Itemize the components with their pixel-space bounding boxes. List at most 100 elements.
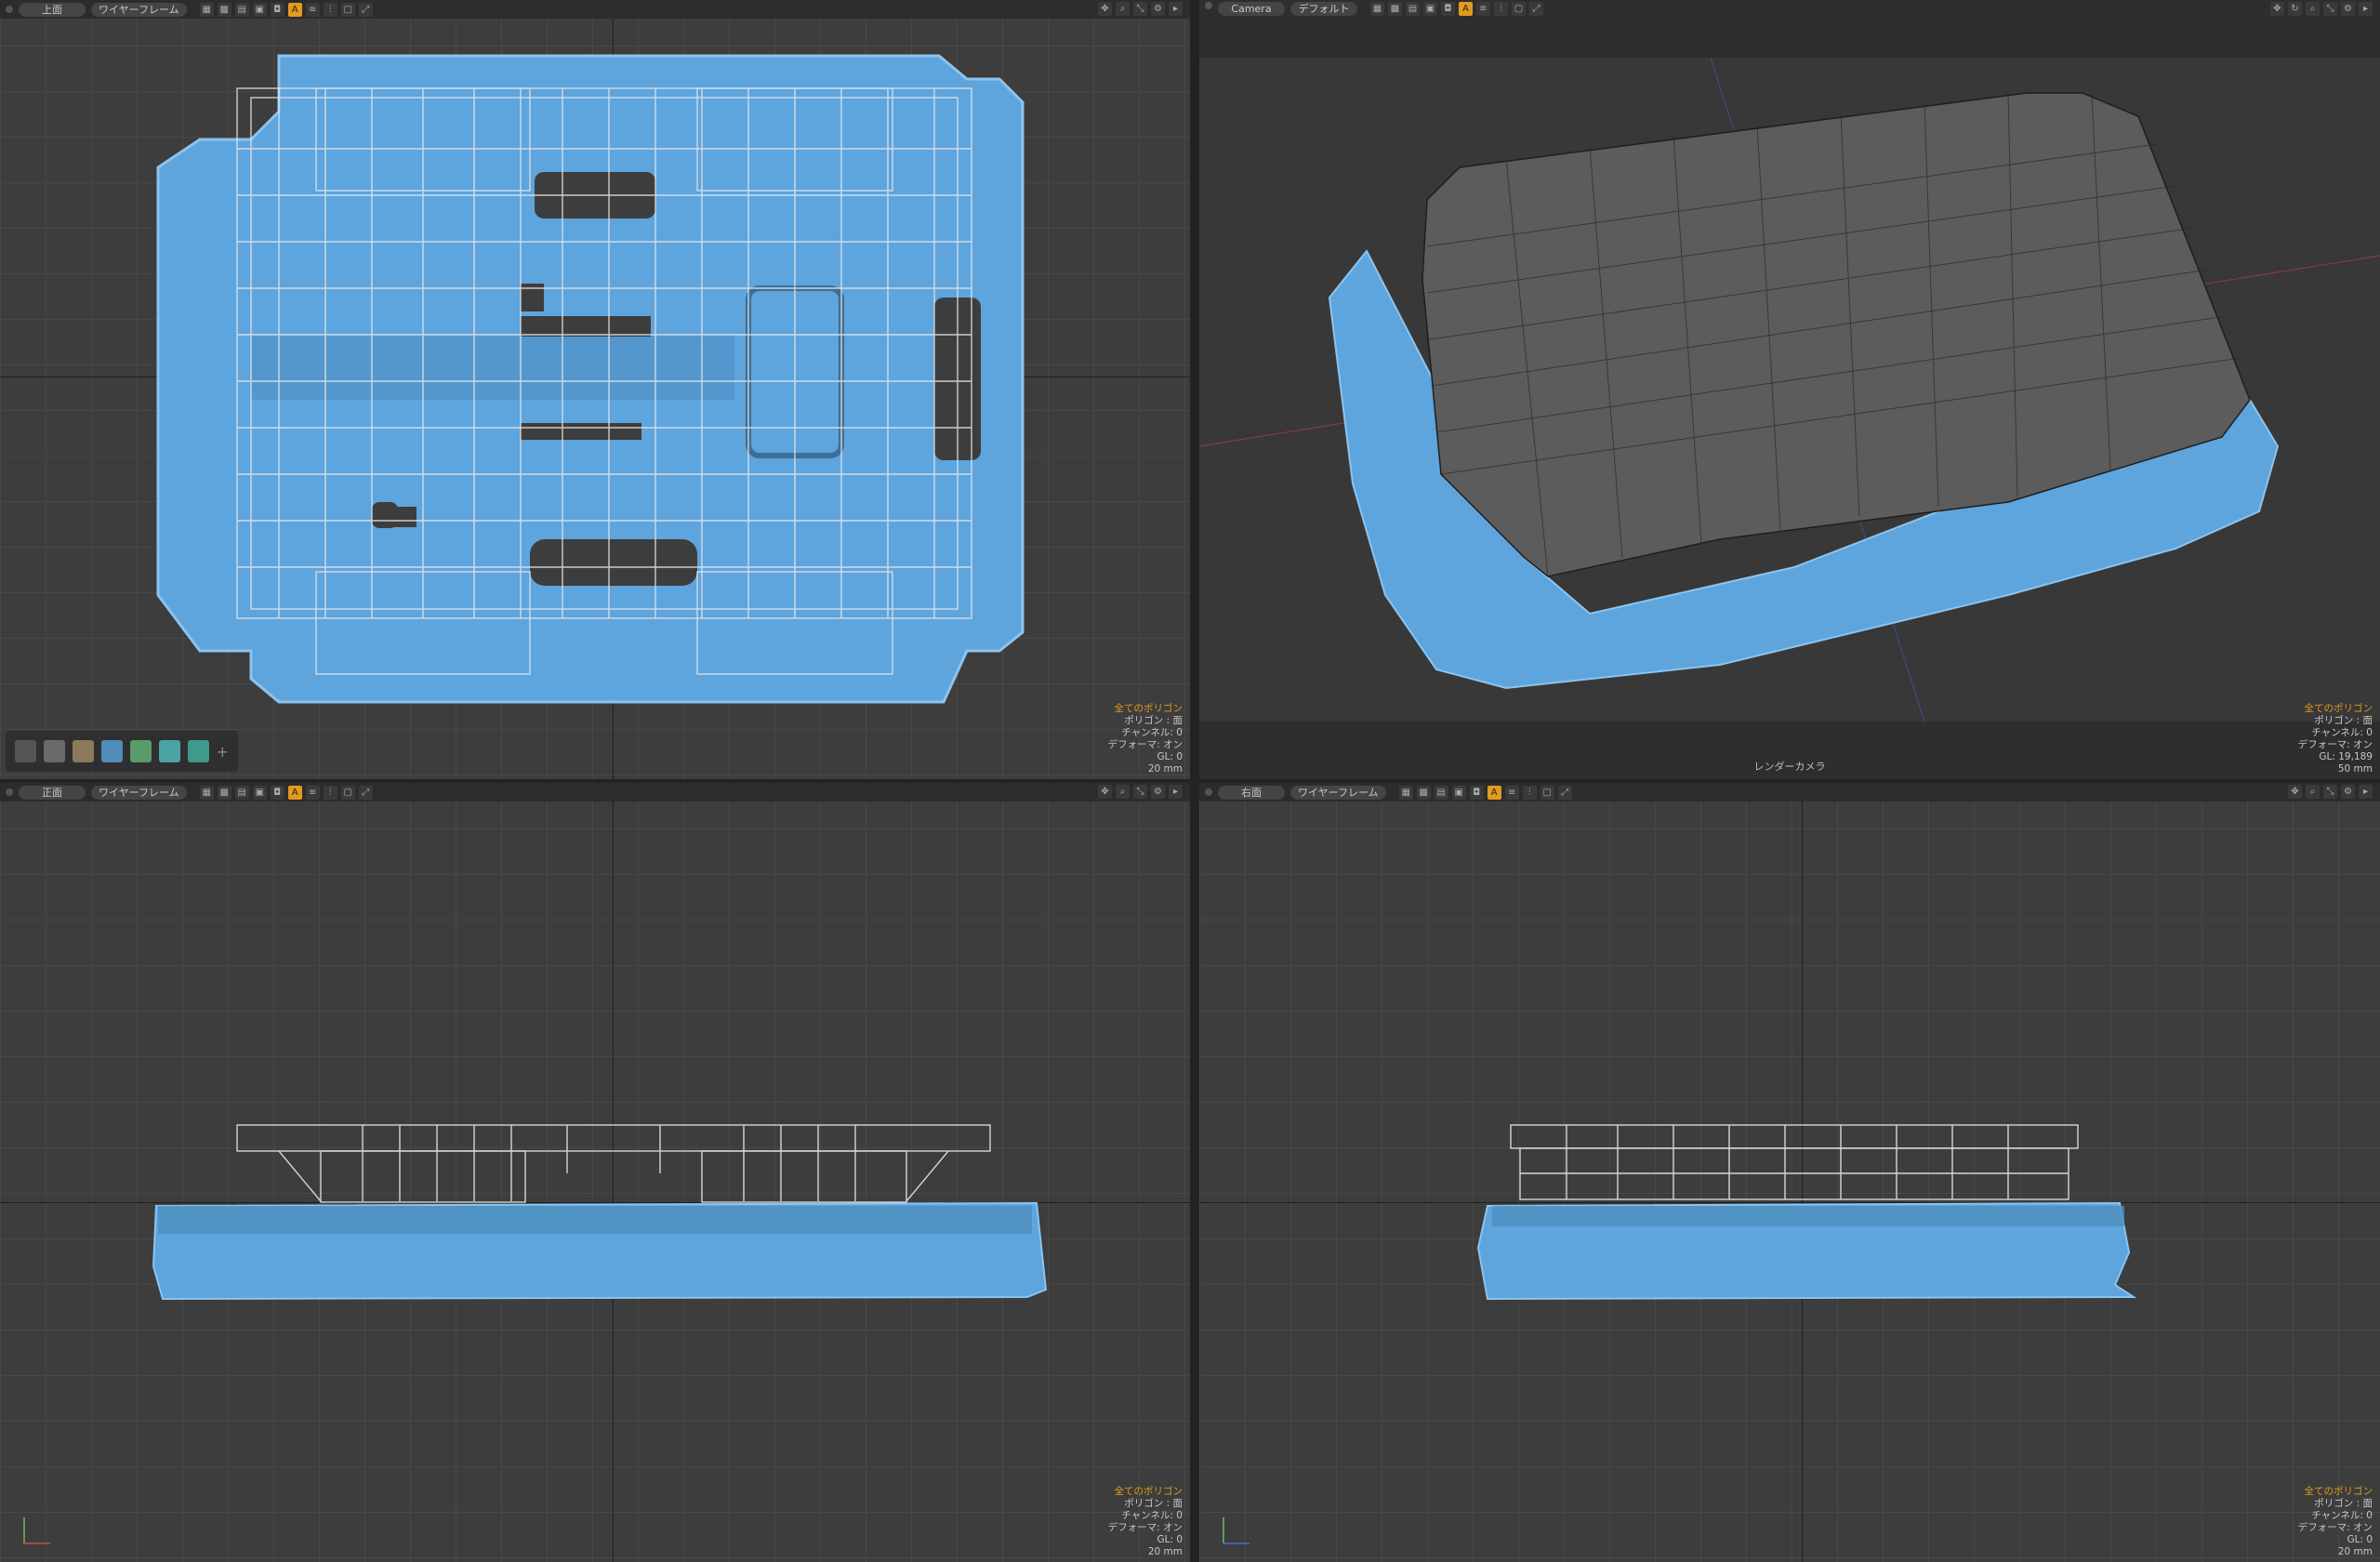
search-icon[interactable]: ⌕ (2306, 2, 2320, 16)
camera-icon[interactable]: ◘ (1469, 785, 1484, 800)
lines-icon[interactable]: ≡ (305, 2, 320, 17)
viewport-info: 全てのポリゴン ポリゴン : 面 チャンネル: 0 デフォーマ: オン GL: … (2297, 703, 2373, 774)
viewport-camera[interactable]: Camera デフォルト ▦ ▩ ▤ ▣ ◘ A ≡ ⫶ ▢ ⤢ ✥ ↻ ⌕ ⤡… (1199, 0, 2380, 779)
sliders-icon[interactable]: ⫶ (1522, 785, 1537, 800)
grid4-icon[interactable]: ▩ (1416, 785, 1431, 800)
pointcloud-top-view (156, 54, 1025, 704)
zoom-icon[interactable]: ⤡ (2323, 2, 2337, 16)
arrow-right-icon[interactable]: ▸ (1169, 785, 1183, 799)
grid-icon[interactable]: ▦ (1398, 785, 1413, 800)
viewport-menu-dot[interactable] (1205, 2, 1212, 9)
image-icon[interactable]: ▣ (1423, 2, 1437, 16)
grid-icon[interactable]: ▦ (1370, 2, 1384, 16)
viewport-header: 正面 ワイヤーフレーム ▦ ▩ ▤ ▣ ◘ A ≡ ⫶ ▢ ⤢ ✥ ⌕ ⤡ ⚙ … (0, 783, 1190, 801)
viewport-info: 全てのポリゴン ポリゴン : 面 チャンネル: 0 デフォーマ: オン GL: … (1107, 703, 1183, 774)
pointcloud-front-view (152, 1124, 1048, 1301)
add-tool-icon[interactable]: + (217, 743, 229, 761)
sliders-icon[interactable]: ⫶ (323, 785, 337, 800)
shading-select[interactable]: ワイヤーフレーム (91, 2, 187, 17)
camera-icon[interactable]: ◘ (1441, 2, 1455, 16)
window-icon[interactable]: ▢ (1512, 2, 1526, 16)
a-icon[interactable]: A (1459, 2, 1473, 16)
expand-icon[interactable]: ⤢ (1529, 2, 1543, 16)
viewport-top[interactable]: 上面 ワイヤーフレーム ▦ ▩ ▤ ▣ ◘ A ≡ ⫶ ▢ ⤢ ✥ ⌕ ⤡ ⚙ … (0, 0, 1190, 779)
viewport-right[interactable]: 右面 ワイヤーフレーム ▦ ▩ ▤ ▣ ◘ A ≡ ⫶ ▢ ⤢ ✥ ⌕ ⤡ ⚙ … (1199, 783, 2380, 1562)
a-icon[interactable]: A (287, 2, 302, 17)
expand-icon[interactable]: ⤢ (358, 2, 373, 17)
arrow-right-icon[interactable]: ▸ (2359, 2, 2373, 16)
arrow-right-icon[interactable]: ▸ (2359, 785, 2373, 799)
expand-icon[interactable]: ⤢ (358, 785, 373, 800)
expand-icon[interactable]: ⤢ (1557, 785, 1572, 800)
camera-name: レンダーカメラ (1753, 761, 1826, 773)
move-icon[interactable]: ✥ (1098, 785, 1112, 799)
zoom-icon[interactable]: ⤡ (1133, 785, 1147, 799)
gear-icon[interactable]: ⚙ (1151, 2, 1165, 16)
viewport-front[interactable]: 正面 ワイヤーフレーム ▦ ▩ ▤ ▣ ◘ A ≡ ⫶ ▢ ⤢ ✥ ⌕ ⤡ ⚙ … (0, 783, 1190, 1562)
viewport-header: 上面 ワイヤーフレーム ▦ ▩ ▤ ▣ ◘ A ≡ ⫶ ▢ ⤢ ✥ ⌕ ⤡ ⚙ … (0, 0, 1190, 19)
window-icon[interactable]: ▢ (340, 2, 355, 17)
grid-icon[interactable]: ▤ (1434, 785, 1448, 800)
sliders-icon[interactable]: ⫶ (1494, 2, 1508, 16)
zoom-icon[interactable]: ⤡ (1133, 2, 1147, 16)
grid-icon[interactable]: ▤ (1406, 2, 1420, 16)
sliders-icon[interactable]: ⫶ (323, 2, 337, 17)
tool-palette: + (6, 731, 238, 772)
a-icon[interactable]: A (287, 785, 302, 800)
lines-icon[interactable]: ≡ (305, 785, 320, 800)
grid-icon[interactable]: ▦ (199, 785, 214, 800)
gear-icon[interactable]: ⚙ (2341, 785, 2355, 799)
grid-icon[interactable]: ▦ (199, 2, 214, 17)
shading-select[interactable]: ワイヤーフレーム (1290, 785, 1386, 800)
viewport-menu-dot[interactable] (1205, 788, 1212, 796)
brush-tool-icon[interactable] (129, 740, 152, 762)
image-icon[interactable]: ▣ (1451, 785, 1466, 800)
grid4-icon[interactable]: ▩ (217, 2, 231, 17)
move-icon[interactable]: ✥ (2288, 785, 2302, 799)
door-tool-icon[interactable] (187, 740, 209, 762)
rotate-icon[interactable]: ↻ (2288, 2, 2302, 16)
shading-select[interactable]: ワイヤーフレーム (91, 785, 187, 800)
lines-icon[interactable]: ≡ (1504, 785, 1519, 800)
search-icon[interactable]: ⌕ (2306, 785, 2320, 799)
viewport-info: 全てのポリゴン ポリゴン : 面 チャンネル: 0 デフォーマ: オン GL: … (1107, 1486, 1183, 1557)
axis-gizmo (23, 1517, 50, 1544)
arrow-right-icon[interactable]: ▸ (1169, 2, 1183, 16)
grid4-icon[interactable]: ▩ (217, 785, 231, 800)
search-icon[interactable]: ⌕ (1116, 785, 1130, 799)
pointcloud-camera-view (1199, 0, 2380, 779)
view-select[interactable]: 右面 (1218, 785, 1285, 800)
grid4-icon[interactable]: ▩ (1388, 2, 1402, 16)
move-icon[interactable]: ✥ (1098, 2, 1112, 16)
camera-icon[interactable]: ◘ (270, 785, 284, 800)
window-icon[interactable]: ▢ (1540, 785, 1554, 800)
move-icon[interactable]: ✥ (2270, 2, 2284, 16)
pointcloud-right-view (1476, 1124, 2137, 1301)
search-icon[interactable]: ⌕ (1116, 2, 1130, 16)
window-icon[interactable]: ▢ (340, 785, 355, 800)
zoom-icon[interactable]: ⤡ (2323, 785, 2337, 799)
grid-icon[interactable]: ▤ (234, 785, 249, 800)
viewport-menu-dot[interactable] (6, 6, 13, 13)
box-tool-icon[interactable] (158, 740, 180, 762)
viewport-header: Camera デフォルト ▦ ▩ ▤ ▣ ◘ A ≡ ⫶ ▢ ⤢ ✥ ↻ ⌕ ⤡… (1199, 0, 2380, 58)
view-select[interactable]: 上面 (19, 2, 86, 17)
lines-icon[interactable]: ≡ (1476, 2, 1490, 16)
cube-tool-icon[interactable] (100, 740, 123, 762)
grid-icon[interactable]: ▤ (234, 2, 249, 17)
image-icon[interactable]: ▣ (252, 785, 267, 800)
sculpt-tool-icon[interactable] (43, 740, 65, 762)
view-select[interactable]: Camera (1218, 2, 1285, 16)
image-icon[interactable]: ▣ (252, 2, 267, 17)
viewport-info: 全てのポリゴン ポリゴン : 面 チャンネル: 0 デフォーマ: オン GL: … (2297, 1486, 2373, 1557)
gear-icon[interactable]: ⚙ (2341, 2, 2355, 16)
view-select[interactable]: 正面 (19, 785, 86, 800)
viewport-menu-dot[interactable] (6, 788, 13, 796)
pyramid-tool-icon[interactable] (72, 740, 94, 762)
axis-tool-icon[interactable] (15, 740, 36, 762)
camera-icon[interactable]: ◘ (270, 2, 284, 17)
shading-select[interactable]: デフォルト (1290, 2, 1357, 16)
axis-gizmo (1223, 1517, 1250, 1544)
a-icon[interactable]: A (1487, 785, 1501, 800)
gear-icon[interactable]: ⚙ (1151, 785, 1165, 799)
